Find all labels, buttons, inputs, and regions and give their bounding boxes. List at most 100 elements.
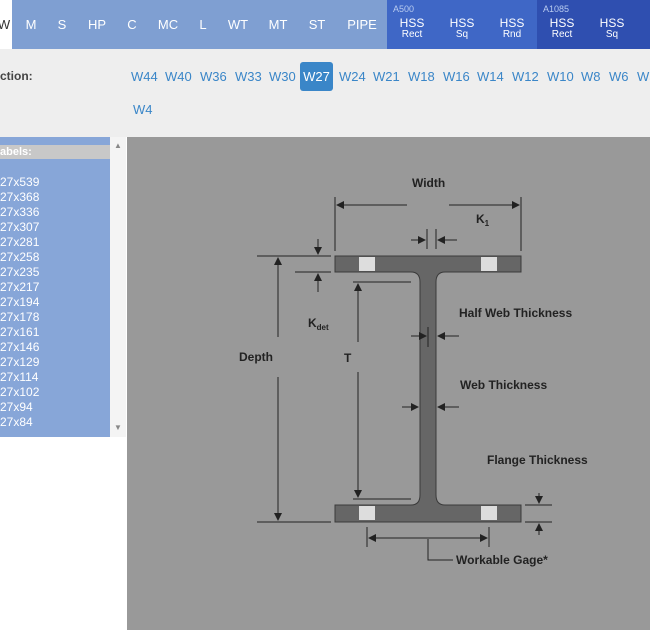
tab-pipe[interactable]: PIPE [340, 0, 384, 49]
group-label-a1085: A1085 [543, 4, 570, 14]
tab-label: W [0, 17, 11, 32]
tab-group-a1085: A1085 HSS Rect HSS Sq [537, 0, 650, 49]
w-shape-diagram: Width K1 Kdet Depth T Half Web Thickness… [127, 137, 650, 630]
tab-label: C [127, 17, 137, 32]
size-w24[interactable]: W24 [339, 69, 366, 84]
tab-hp[interactable]: HP [80, 0, 114, 49]
tab-hss-rect-a500[interactable]: HSS Rect [387, 16, 437, 40]
tab-label: HSS [399, 16, 425, 30]
list-item[interactable]: 27x281 [0, 235, 39, 249]
size-w10[interactable]: W10 [547, 69, 574, 84]
list-item[interactable]: 27x217 [0, 280, 39, 294]
size-w21[interactable]: W21 [373, 69, 400, 84]
list-item[interactable]: 27x84 [0, 415, 33, 429]
section-list: abels: 27x539 27x368 27x336 27x307 27x28… [0, 137, 110, 437]
tab-label: WT [227, 17, 249, 32]
tab-label: L [199, 17, 207, 32]
scroll-up-icon[interactable]: ▲ [114, 141, 122, 150]
kdet-label: Kdet [308, 316, 329, 332]
gage-hole [481, 257, 497, 271]
tab-label: HSS [449, 16, 475, 30]
tab-group-a500: A500 HSS Rect HSS Sq HSS Rnd [387, 0, 537, 49]
tab-label: HSS [549, 16, 575, 30]
tab-label: PIPE [347, 17, 377, 32]
size-w40[interactable]: W40 [165, 69, 192, 84]
tab-s[interactable]: S [48, 0, 76, 49]
list-header: abels: [0, 145, 110, 159]
list-item[interactable]: 27x336 [0, 205, 39, 219]
gage-hole [481, 506, 497, 520]
list-item[interactable]: 27x129 [0, 355, 39, 369]
section-size-row: ction: W44 W40 W36 W33 W30 W27 W24 W21 W… [0, 49, 650, 137]
half-web-thickness-label: Half Web Thickness [459, 306, 572, 320]
tab-sublabel: Rect [401, 29, 423, 40]
size-w18[interactable]: W18 [408, 69, 435, 84]
tab-l[interactable]: L [190, 0, 216, 49]
list-item[interactable]: 27x194 [0, 295, 39, 309]
tab-label: ST [308, 17, 326, 32]
size-w6[interactable]: W6 [609, 69, 629, 84]
tab-w[interactable]: W [0, 0, 12, 49]
t-label: T [344, 351, 352, 365]
size-w27[interactable]: W27 [300, 62, 333, 91]
tab-sublabel: Rnd [502, 29, 522, 40]
tab-mc[interactable]: MC [150, 0, 186, 49]
tab-hss-sq-a1085[interactable]: HSS Sq [587, 16, 637, 40]
size-w14[interactable]: W14 [477, 69, 504, 84]
tab-wt[interactable]: WT [220, 0, 256, 49]
size-w44[interactable]: W44 [131, 69, 158, 84]
list-scrollbar[interactable]: ▲ ▼ [110, 137, 126, 437]
k1-label: K1 [476, 212, 490, 228]
workable-gage-label: Workable Gage* [456, 553, 548, 567]
tab-hss-rnd-a500[interactable]: HSS Rnd [487, 16, 537, 40]
tab-sublabel: Sq [455, 29, 469, 40]
size-w16[interactable]: W16 [443, 69, 470, 84]
flange-thickness-label: Flange Thickness [487, 453, 588, 467]
list-item[interactable]: 27x539 [0, 175, 39, 189]
gage-hole [359, 257, 375, 271]
tab-label: S [57, 17, 67, 32]
depth-label: Depth [239, 350, 273, 364]
list-item[interactable]: 27x235 [0, 265, 39, 279]
tab-hss-sq-a500[interactable]: HSS Sq [437, 16, 487, 40]
size-w33[interactable]: W33 [235, 69, 262, 84]
tab-sublabel: Sq [605, 29, 619, 40]
list-item[interactable]: 27x94 [0, 400, 33, 414]
tab-label: MT [268, 17, 288, 32]
kdet-letter: K [308, 316, 317, 330]
shape-type-tabbar: W M S HP C MC L WT MT ST PIPE A500 HSS R… [0, 0, 650, 49]
list-item[interactable]: 27x161 [0, 325, 39, 339]
tab-label: HSS [499, 16, 525, 30]
list-item[interactable]: 27x146 [0, 340, 39, 354]
size-w12[interactable]: W12 [512, 69, 539, 84]
scroll-down-icon[interactable]: ▼ [114, 423, 122, 432]
list-item[interactable]: 27x368 [0, 190, 39, 204]
section-label: ction: [0, 69, 33, 83]
tab-st[interactable]: ST [300, 0, 334, 49]
k1-letter: K [476, 212, 485, 226]
list-item[interactable]: 27x307 [0, 220, 39, 234]
tab-label: HSS [599, 16, 625, 30]
size-w30[interactable]: W30 [269, 69, 296, 84]
tab-mt[interactable]: MT [260, 0, 296, 49]
web-thickness-label: Web Thickness [460, 378, 547, 392]
size-w4[interactable]: W4 [133, 102, 153, 117]
group-label-a500: A500 [393, 4, 415, 14]
size-w36[interactable]: W36 [200, 69, 227, 84]
list-item[interactable]: 27x114 [0, 370, 38, 384]
kdet-subscript: det [317, 323, 329, 332]
tab-label: HP [87, 17, 107, 32]
list-item[interactable]: 27x178 [0, 310, 39, 324]
k1-subscript: 1 [485, 219, 490, 228]
tab-label: M [25, 17, 37, 32]
tab-m[interactable]: M [17, 0, 45, 49]
tab-c[interactable]: C [119, 0, 145, 49]
list-item[interactable]: 27x102 [0, 385, 39, 399]
list-item[interactable]: 27x258 [0, 250, 39, 264]
size-w8[interactable]: W8 [581, 69, 601, 84]
tab-label: MC [157, 17, 179, 32]
tab-hss-rect-a1085[interactable]: HSS Rect [537, 16, 587, 40]
gage-hole [359, 506, 375, 520]
size-w5[interactable]: W5 [637, 69, 650, 84]
width-label: Width [412, 176, 445, 190]
